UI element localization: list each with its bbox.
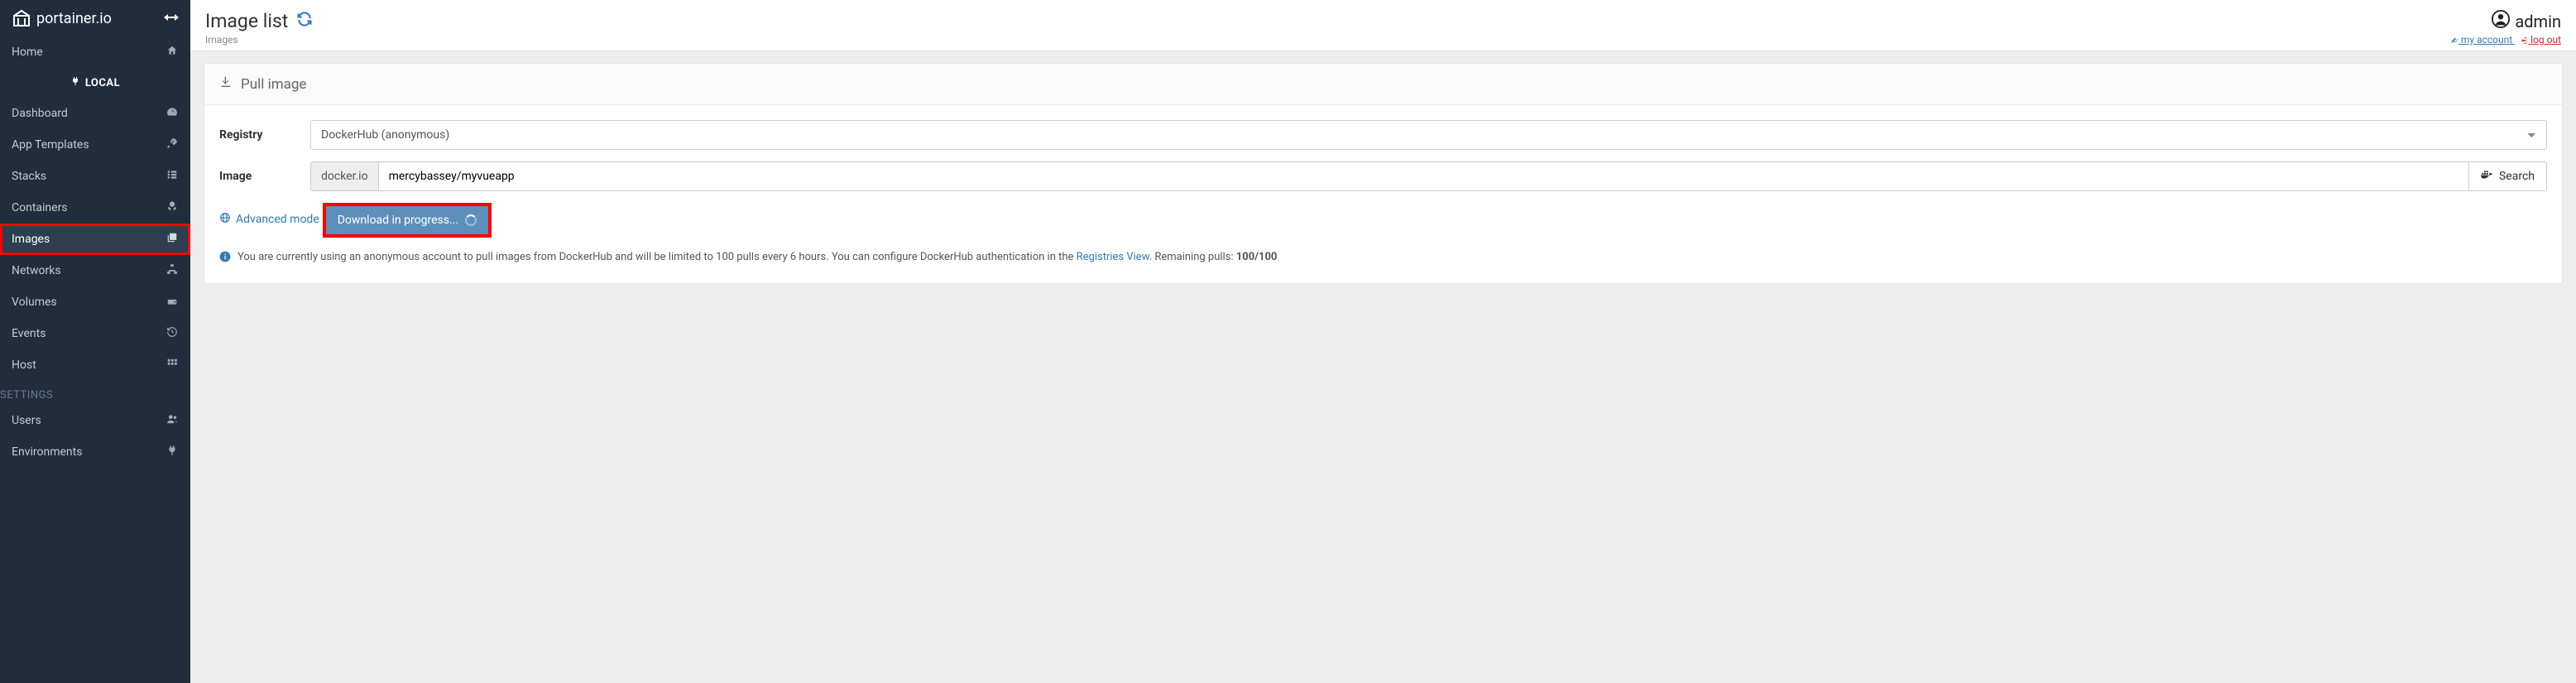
panel-body: Registry DockerHub (anonymous) Image doc… bbox=[204, 105, 2562, 283]
user-block: admin my account log out bbox=[2450, 10, 2561, 46]
sidebar-item-images[interactable]: Images bbox=[0, 224, 190, 255]
topbar: Image list Images admin my account log o… bbox=[190, 0, 2576, 51]
download-icon bbox=[219, 75, 233, 93]
sidebar-item-networks[interactable]: Networks bbox=[0, 255, 190, 286]
panel-title: Pull image bbox=[241, 76, 306, 93]
list-icon bbox=[165, 169, 179, 184]
image-input-group: docker.io Search bbox=[310, 161, 2547, 191]
sidebar-item-label: App Templates bbox=[12, 138, 89, 152]
registries-view-link[interactable]: Registries View bbox=[1077, 251, 1149, 263]
image-prefix: docker.io bbox=[310, 161, 378, 191]
user-row: admin bbox=[2450, 10, 2561, 32]
sidebar-item-label: Users bbox=[12, 414, 41, 427]
page-title-wrap: Image list Images bbox=[205, 10, 313, 46]
user-links: my account log out bbox=[2450, 34, 2561, 46]
tachometer-icon bbox=[165, 106, 179, 121]
search-button[interactable]: Search bbox=[2469, 161, 2547, 191]
sidebar-item-dashboard[interactable]: Dashboard bbox=[0, 98, 190, 129]
plug-icon bbox=[165, 445, 179, 459]
my-account-link[interactable]: my account bbox=[2450, 34, 2515, 46]
sidebar-item-host[interactable]: Host bbox=[0, 349, 190, 381]
th-icon bbox=[165, 358, 179, 373]
hdd-icon bbox=[165, 295, 179, 310]
sidebar-item-home[interactable]: Home bbox=[0, 36, 190, 68]
image-input[interactable] bbox=[378, 161, 2469, 191]
local-header-label: LOCAL bbox=[85, 77, 120, 89]
sidebar-item-label: Events bbox=[12, 327, 46, 340]
advanced-label: Advanced mode bbox=[236, 213, 319, 226]
sidebar-item-label: Environments bbox=[12, 445, 82, 459]
brand[interactable]: portainer.io bbox=[12, 8, 112, 28]
plug-icon bbox=[70, 76, 80, 89]
user-icon bbox=[2492, 10, 2510, 32]
panel-header: Pull image bbox=[204, 64, 2562, 105]
sidebar-header: portainer.io bbox=[0, 0, 190, 36]
users-icon bbox=[165, 413, 179, 428]
download-button[interactable]: Download in progress... bbox=[326, 206, 488, 234]
info-text: You are currently using an anonymous acc… bbox=[237, 249, 1277, 266]
sidebar-item-environments[interactable]: Environments bbox=[0, 436, 190, 468]
brand-label: portainer.io bbox=[36, 10, 112, 27]
docker-icon bbox=[2481, 170, 2494, 183]
sidebar-item-label: Home bbox=[12, 46, 43, 59]
image-label: Image bbox=[219, 170, 310, 183]
registry-row: Registry DockerHub (anonymous) bbox=[219, 120, 2547, 150]
settings-header: SETTINGS bbox=[0, 381, 190, 405]
info-icon bbox=[219, 251, 231, 268]
advanced-mode-link[interactable]: Advanced mode bbox=[219, 212, 319, 227]
image-row: Image docker.io Search bbox=[219, 161, 2547, 191]
rocket-icon bbox=[165, 137, 179, 152]
logout-link[interactable]: log out bbox=[2520, 34, 2561, 46]
registry-select[interactable]: DockerHub (anonymous) bbox=[310, 120, 2547, 150]
brand-logo-icon bbox=[12, 8, 31, 28]
sidebar-item-label: Stacks bbox=[12, 170, 46, 183]
clone-icon bbox=[165, 232, 179, 247]
download-label: Download in progress... bbox=[338, 214, 458, 227]
sidebar-item-label: Networks bbox=[12, 264, 61, 277]
home-icon bbox=[165, 45, 179, 60]
globe-icon bbox=[219, 212, 231, 227]
username: admin bbox=[2515, 12, 2561, 31]
sidebar-item-label: Dashboard bbox=[12, 107, 68, 120]
sitemap-icon bbox=[165, 263, 179, 278]
sidebar-item-label: Images bbox=[12, 233, 50, 246]
sidebar-item-label: Volumes bbox=[12, 296, 57, 309]
page-title-text: Image list bbox=[205, 10, 288, 32]
sidebar-item-app-templates[interactable]: App Templates bbox=[0, 129, 190, 161]
info-note: You are currently using an anonymous acc… bbox=[219, 249, 2547, 268]
sidebar-item-stacks[interactable]: Stacks bbox=[0, 161, 190, 192]
local-header: LOCAL bbox=[0, 68, 190, 98]
breadcrumb: Images bbox=[205, 34, 313, 46]
search-label: Search bbox=[2499, 170, 2535, 183]
sidebar-item-events[interactable]: Events bbox=[0, 318, 190, 349]
main: Image list Images admin my account log o… bbox=[190, 0, 2576, 683]
registry-label: Registry bbox=[219, 128, 310, 142]
download-btn-highlight: Download in progress... bbox=[323, 203, 492, 238]
cubes-icon bbox=[165, 200, 179, 215]
spinner-icon bbox=[465, 214, 477, 226]
sidebar: portainer.io Home LOCAL Dashboard App Te… bbox=[0, 0, 190, 683]
sidebar-item-label: Containers bbox=[12, 201, 68, 214]
sidebar-item-volumes[interactable]: Volumes bbox=[0, 286, 190, 318]
sidebar-item-label: Host bbox=[12, 358, 36, 372]
history-icon bbox=[165, 326, 179, 341]
pull-image-panel: Pull image Registry DockerHub (anonymous… bbox=[204, 63, 2563, 284]
sidebar-item-users[interactable]: Users bbox=[0, 405, 190, 436]
page-title: Image list bbox=[205, 10, 313, 32]
sidebar-collapse-icon[interactable] bbox=[164, 11, 179, 26]
refresh-icon[interactable] bbox=[296, 11, 313, 31]
sidebar-item-containers[interactable]: Containers bbox=[0, 192, 190, 224]
